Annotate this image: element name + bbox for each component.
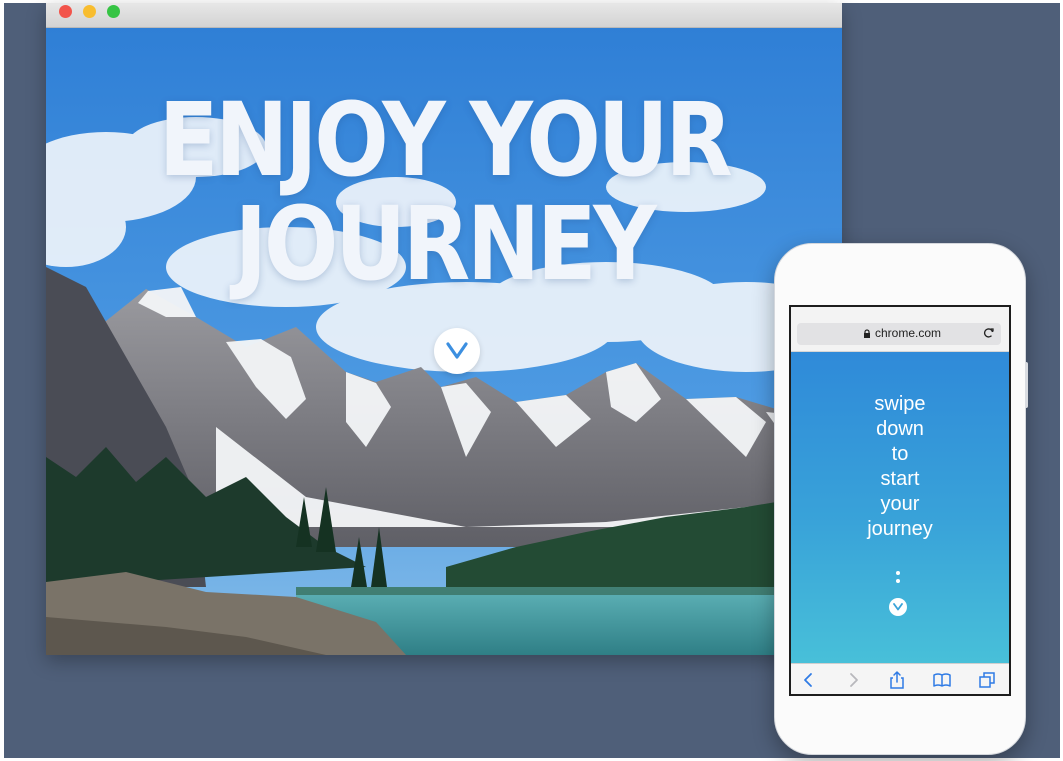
dot: [896, 579, 900, 583]
mobile-page-content: swipe down to start your journey: [791, 352, 1009, 664]
bookmarks-button[interactable]: [932, 670, 952, 690]
bookmarks-icon: [933, 673, 951, 687]
share-icon: [890, 670, 904, 689]
hero-title-line-1: ENJOY YOUR: [158, 81, 733, 200]
phone-screen: chrome.com swipe down to start your jour…: [789, 305, 1011, 696]
mobile-address-area: chrome.com: [791, 307, 1009, 352]
swipe-instruction: swipe down to start your journey: [791, 392, 1009, 542]
back-icon: [804, 673, 812, 687]
swipe-line-3: to: [891, 443, 909, 465]
swipe-line-1: swipe: [874, 393, 926, 415]
scroll-down-button[interactable]: [434, 328, 480, 374]
forward-icon: [850, 673, 858, 687]
phone-side-button: [1025, 362, 1028, 408]
page-background: ENJOY YOUR JOURNEY chrome.com swipe down…: [4, 3, 1060, 758]
tabs-icon: [979, 672, 995, 688]
window-titlebar: [46, 3, 842, 28]
mobile-phone: chrome.com swipe down to start your jour…: [774, 243, 1028, 755]
mobile-scroll-down-button[interactable]: [889, 598, 907, 616]
mobile-url: chrome.com: [875, 326, 942, 340]
swipe-line-4: start: [880, 468, 920, 490]
reload-icon[interactable]: [983, 327, 995, 339]
swipe-line-5: your: [880, 493, 920, 515]
back-button[interactable]: [799, 670, 819, 690]
scroll-dots: [896, 571, 900, 587]
share-button[interactable]: [887, 670, 907, 690]
tabs-button[interactable]: [977, 670, 997, 690]
window-close-button[interactable]: [59, 5, 72, 18]
window-minimize-button[interactable]: [83, 5, 96, 18]
swipe-line-6: journey: [867, 518, 933, 540]
mobile-toolbar: [791, 663, 1009, 694]
chevron-down-icon: [893, 603, 903, 611]
hero-title: ENJOY YOUR JOURNEY: [102, 89, 787, 297]
forward-button[interactable]: [843, 670, 863, 690]
hero-section: ENJOY YOUR JOURNEY: [46, 27, 842, 655]
hero-title-line-2: JOURNEY: [234, 185, 657, 304]
swipe-line-2: down: [876, 418, 924, 440]
dot: [896, 571, 900, 575]
mobile-address-bar[interactable]: chrome.com: [797, 323, 1001, 345]
window-maximize-button[interactable]: [107, 5, 120, 18]
lock-icon: [864, 329, 870, 338]
chevron-down-icon: [446, 342, 468, 359]
desktop-browser-window: ENJOY YOUR JOURNEY: [46, 3, 842, 655]
